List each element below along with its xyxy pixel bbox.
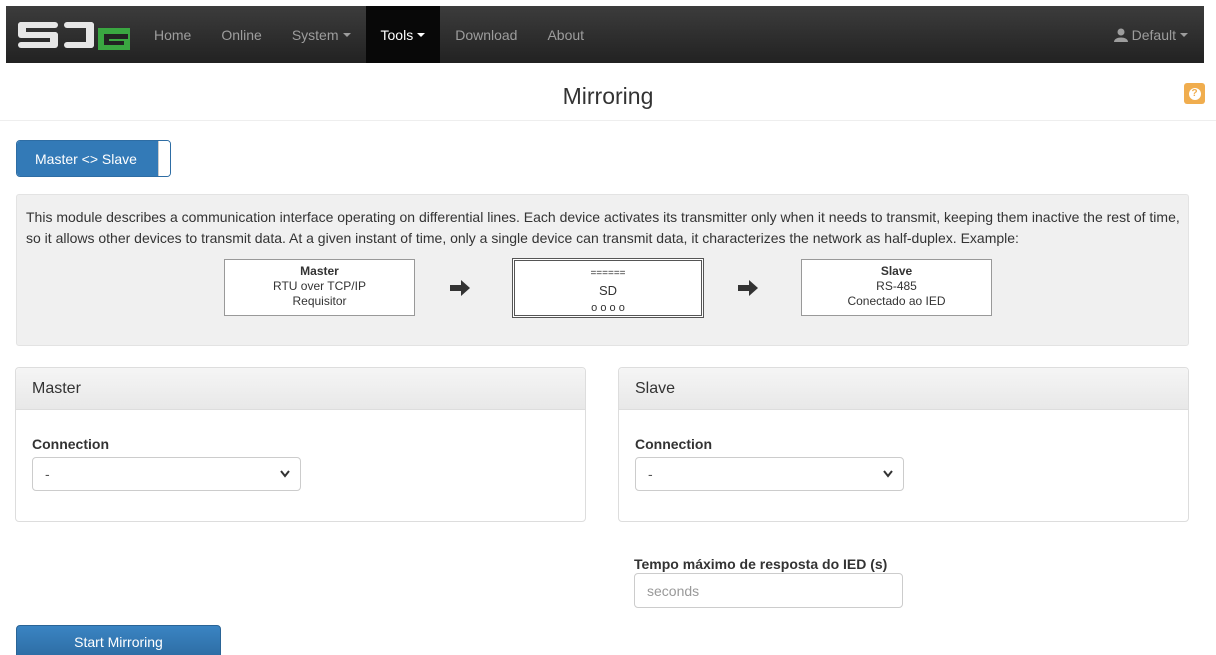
diagram-slave-box: Slave RS-485 Conectado ao IED xyxy=(801,259,992,316)
nav-download-label: Download xyxy=(455,26,518,43)
nav-home-label: Home xyxy=(154,26,192,43)
arrow-right-icon xyxy=(738,280,758,296)
diagram-slave-line2: Conectado ao IED xyxy=(847,294,946,308)
nav-online[interactable]: Online xyxy=(206,6,276,63)
slave-connection-value: - xyxy=(648,466,653,482)
user-menu[interactable]: Default xyxy=(1113,26,1204,43)
diagram-slave-line1: RS-485 xyxy=(876,279,917,293)
chevron-down-icon xyxy=(883,470,893,478)
toggle-handle[interactable] xyxy=(158,141,170,176)
tempo-placeholder: seconds xyxy=(647,582,700,599)
diagram-sd-top: ====== xyxy=(590,268,626,279)
info-description: This module describes a communication in… xyxy=(26,209,1180,246)
master-panel-heading: Master xyxy=(16,368,585,410)
chevron-down-icon xyxy=(280,470,290,478)
info-well: This module describes a communication in… xyxy=(16,194,1189,346)
diagram-sd-box: ====== SD o o o o xyxy=(512,258,704,318)
caret-down-icon xyxy=(417,32,426,37)
nav-system-label: System xyxy=(291,26,339,43)
sdg-logo-icon xyxy=(18,21,130,50)
caret-down-icon xyxy=(1180,32,1188,37)
question-circle-icon: ? xyxy=(1188,87,1201,100)
tempo-label: Tempo máximo de resposta do IED (s) xyxy=(634,556,888,572)
nav-download[interactable]: Download xyxy=(440,6,532,63)
diagram-master-box: Master RTU over TCP/IP Requisitor xyxy=(224,259,415,316)
nav-about-label: About xyxy=(547,26,585,43)
slave-connection-label: Connection xyxy=(635,436,712,452)
top-navbar: Home Online System Tools Download About … xyxy=(6,6,1204,63)
user-icon xyxy=(1113,28,1128,42)
slave-connection-select[interactable]: - xyxy=(635,457,904,491)
page-header: Mirroring ? xyxy=(0,63,1216,121)
nav-system-dropdown[interactable]: System xyxy=(277,6,366,63)
brand-logo[interactable] xyxy=(6,6,139,63)
mode-toggle-label: Master <> Slave xyxy=(17,141,158,176)
master-connection-label: Connection xyxy=(32,436,109,452)
nav-about[interactable]: About xyxy=(532,6,599,63)
nav-tools-label: Tools xyxy=(380,26,414,43)
diagram-master-line1: RTU over TCP/IP xyxy=(273,279,366,293)
help-button[interactable]: ? xyxy=(1184,83,1205,104)
arrow-right-icon xyxy=(450,280,470,296)
diagram-master-title: Master xyxy=(300,264,339,278)
user-name: Default xyxy=(1131,26,1176,43)
slave-panel: Slave Connection - xyxy=(618,367,1189,522)
diagram-sd-bottom: o o o o xyxy=(591,302,625,314)
start-mirroring-button[interactable]: Start Mirroring xyxy=(16,625,221,655)
master-panel: Master Connection - xyxy=(15,367,586,522)
tempo-input[interactable]: seconds xyxy=(634,573,903,608)
nav-online-label: Online xyxy=(221,26,262,43)
master-connection-value: - xyxy=(45,466,50,482)
diagram-slave-title: Slave xyxy=(880,264,913,278)
mode-toggle-switch[interactable]: Master <> Slave xyxy=(16,140,171,177)
master-connection-select[interactable]: - xyxy=(32,457,301,491)
diagram-master-line2: Requisitor xyxy=(292,294,347,308)
nav-home[interactable]: Home xyxy=(139,6,206,63)
slave-panel-heading: Slave xyxy=(619,368,1188,410)
diagram-sd-middle: SD xyxy=(598,283,618,298)
caret-down-icon xyxy=(342,32,351,37)
nav-tools-dropdown[interactable]: Tools xyxy=(365,6,441,63)
page-title: Mirroring xyxy=(562,83,654,109)
